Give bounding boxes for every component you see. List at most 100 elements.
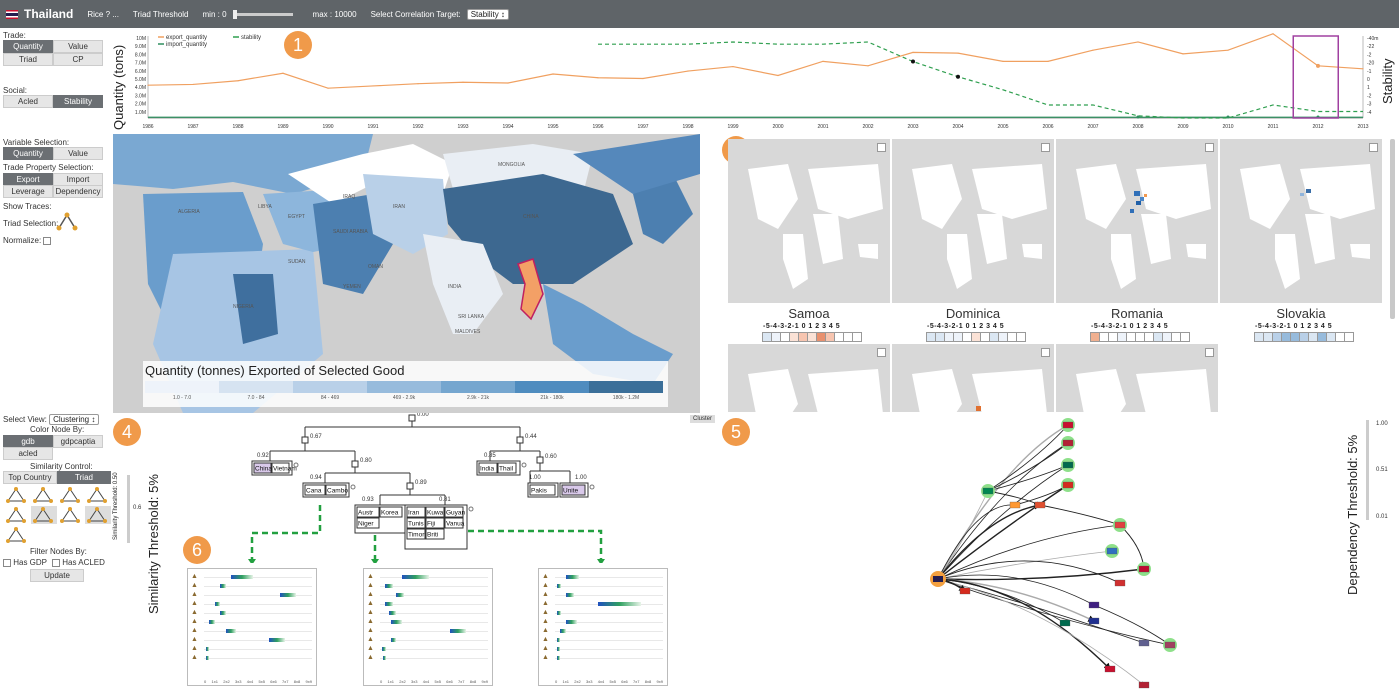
cluster-mini-chart[interactable]: ▲ ▲ ▲ ▲ ▲ ▲ ▲ ▲ ▲ ▲ 0 1x1 2x2 3x3 4x4 5x5 6x6 7x7 8x8 9x9 [363, 568, 493, 686]
country-flag-icon[interactable] [1138, 639, 1150, 647]
has-acled-checkbox[interactable] [52, 558, 60, 567]
export-point[interactable] [822, 60, 824, 62]
country-flag-icon[interactable] [1062, 461, 1074, 469]
export-point[interactable] [732, 65, 734, 68]
cluster-expand-icon[interactable] [468, 506, 474, 512]
cluster-expand-icon[interactable] [521, 462, 527, 468]
small-map-romania[interactable] [1056, 139, 1218, 303]
small-map-samoa[interactable] [728, 139, 890, 303]
country-flag-icon[interactable] [982, 487, 994, 495]
export-point[interactable] [552, 73, 554, 75]
country-flag-icon[interactable] [1138, 565, 1150, 573]
has-gdp-checkbox[interactable] [3, 558, 11, 567]
export-point[interactable] [1137, 41, 1139, 43]
country-flag-icon[interactable] [1114, 521, 1126, 529]
country-title[interactable]: Thailand [24, 7, 73, 21]
small-map-lower[interactable] [728, 344, 890, 494]
country-flag-icon[interactable] [1088, 601, 1100, 609]
main-map[interactable]: Quantity (tonnes) Exported of Selected G… [113, 134, 700, 413]
export-point[interactable] [957, 52, 959, 54]
map-select-checkbox[interactable] [877, 143, 886, 152]
dendro-node[interactable] [536, 456, 544, 464]
clustering-dendrogram[interactable]: 0.00 0.67 0.44 0.92 0.80 0.85 0.60 0.94 0.89 0.93… [160, 413, 720, 563]
trade-dependency-button[interactable]: Dependency [53, 185, 103, 198]
color-gdpcaptia-button[interactable]: gdpcaptia [53, 435, 103, 448]
dendro-node[interactable] [516, 436, 524, 444]
export-point[interactable] [372, 85, 374, 87]
highlight-export-point[interactable] [1316, 63, 1320, 68]
export-point[interactable] [1047, 60, 1049, 62]
cluster-collapse-tab[interactable]: Cluster [690, 415, 716, 423]
triad-pattern-grid[interactable] [3, 485, 111, 543]
color-acled-button[interactable]: acled [3, 447, 53, 460]
export-point[interactable] [1362, 68, 1364, 70]
country-flag-icon[interactable] [1106, 547, 1118, 555]
triad-threshold-slider[interactable] [232, 9, 293, 19]
country-flag-icon[interactable] [1138, 681, 1150, 689]
cluster-expand-icon[interactable] [589, 484, 595, 490]
country-flag-icon[interactable] [1034, 501, 1046, 509]
export-point[interactable] [642, 77, 644, 80]
map-select-checkbox[interactable] [1041, 348, 1050, 357]
similarity-triad-button[interactable]: Triad [57, 471, 111, 484]
dependency-slider[interactable] [1366, 420, 1369, 520]
map-select-checkbox[interactable] [1369, 143, 1378, 152]
select-view-dropdown[interactable]: Clustering ↕ [49, 414, 100, 425]
map-select-checkbox[interactable] [1205, 348, 1214, 357]
trade-cp-button[interactable]: CP [53, 53, 103, 66]
country-flag-icon[interactable] [959, 587, 971, 595]
variable-value-button[interactable]: Value [53, 147, 103, 160]
normalize-checkbox[interactable] [43, 236, 52, 245]
map-select-checkbox[interactable] [1041, 143, 1050, 152]
social-stability-button[interactable]: Stability [53, 95, 103, 108]
dendro-node[interactable] [301, 436, 309, 444]
export-point[interactable] [1002, 60, 1004, 62]
triad-selection-icon[interactable] [56, 212, 78, 232]
trade-value-button[interactable]: Value [53, 40, 103, 53]
similarity-slider[interactable] [127, 475, 130, 543]
export-point[interactable] [462, 81, 464, 83]
country-flag-icon[interactable] [1059, 619, 1071, 627]
country-flag-icon[interactable] [1009, 501, 1021, 509]
small-map-dominica[interactable] [892, 139, 1054, 303]
country-flag-icon[interactable] [1062, 421, 1074, 429]
stability-point[interactable] [911, 59, 915, 64]
export-point[interactable] [237, 80, 239, 82]
map-select-checkbox[interactable] [1205, 143, 1214, 152]
dependency-graph[interactable] [920, 413, 1180, 689]
far-east-region[interactable] [573, 134, 700, 194]
export-point[interactable] [192, 83, 194, 86]
export-point[interactable] [327, 87, 329, 89]
country-flag-icon[interactable] [1062, 481, 1074, 489]
cluster-mini-chart[interactable]: ▲ ▲ ▲ ▲ ▲ ▲ ▲ ▲ ▲ ▲ 0 1x1 2x2 3x3 4x4 5x5 6x6 7x7 8x8 9x9 [187, 568, 317, 686]
trade-quantity-button[interactable]: Quantity [3, 40, 53, 53]
export-point[interactable] [507, 82, 509, 84]
export-point[interactable] [912, 51, 914, 53]
export-point[interactable] [282, 72, 284, 74]
country-flag-icon[interactable] [1104, 665, 1116, 673]
stability-point[interactable] [956, 74, 960, 79]
cluster-expand-icon[interactable] [350, 484, 356, 490]
country-flag-icon[interactable] [1062, 439, 1074, 447]
dendro-node[interactable] [351, 460, 359, 468]
small-maps-scrollbar[interactable] [1390, 139, 1395, 319]
product-selector[interactable]: Rice ? ... [87, 10, 119, 19]
export-point[interactable] [687, 70, 689, 72]
small-map-slovakia[interactable] [1220, 139, 1382, 303]
export-point[interactable] [147, 84, 149, 86]
export-point[interactable] [1272, 33, 1274, 35]
country-flag-icon[interactable] [1088, 617, 1100, 625]
social-acled-button[interactable]: Acled [3, 95, 53, 108]
export-point[interactable] [1227, 49, 1229, 51]
small-map-lower[interactable] [892, 344, 1054, 494]
dendro-node[interactable] [406, 482, 414, 490]
export-point[interactable] [1182, 53, 1184, 55]
correlation-select[interactable]: Stability ↕ [466, 8, 509, 20]
export-point[interactable] [1092, 49, 1094, 51]
trade-triad-button[interactable]: Triad [3, 53, 53, 66]
country-flag-icon[interactable] [1114, 579, 1126, 587]
dendro-node[interactable] [408, 414, 416, 422]
update-button[interactable]: Update [30, 569, 84, 582]
variable-quantity-button[interactable]: Quantity [3, 147, 53, 160]
export-point[interactable] [867, 65, 869, 67]
